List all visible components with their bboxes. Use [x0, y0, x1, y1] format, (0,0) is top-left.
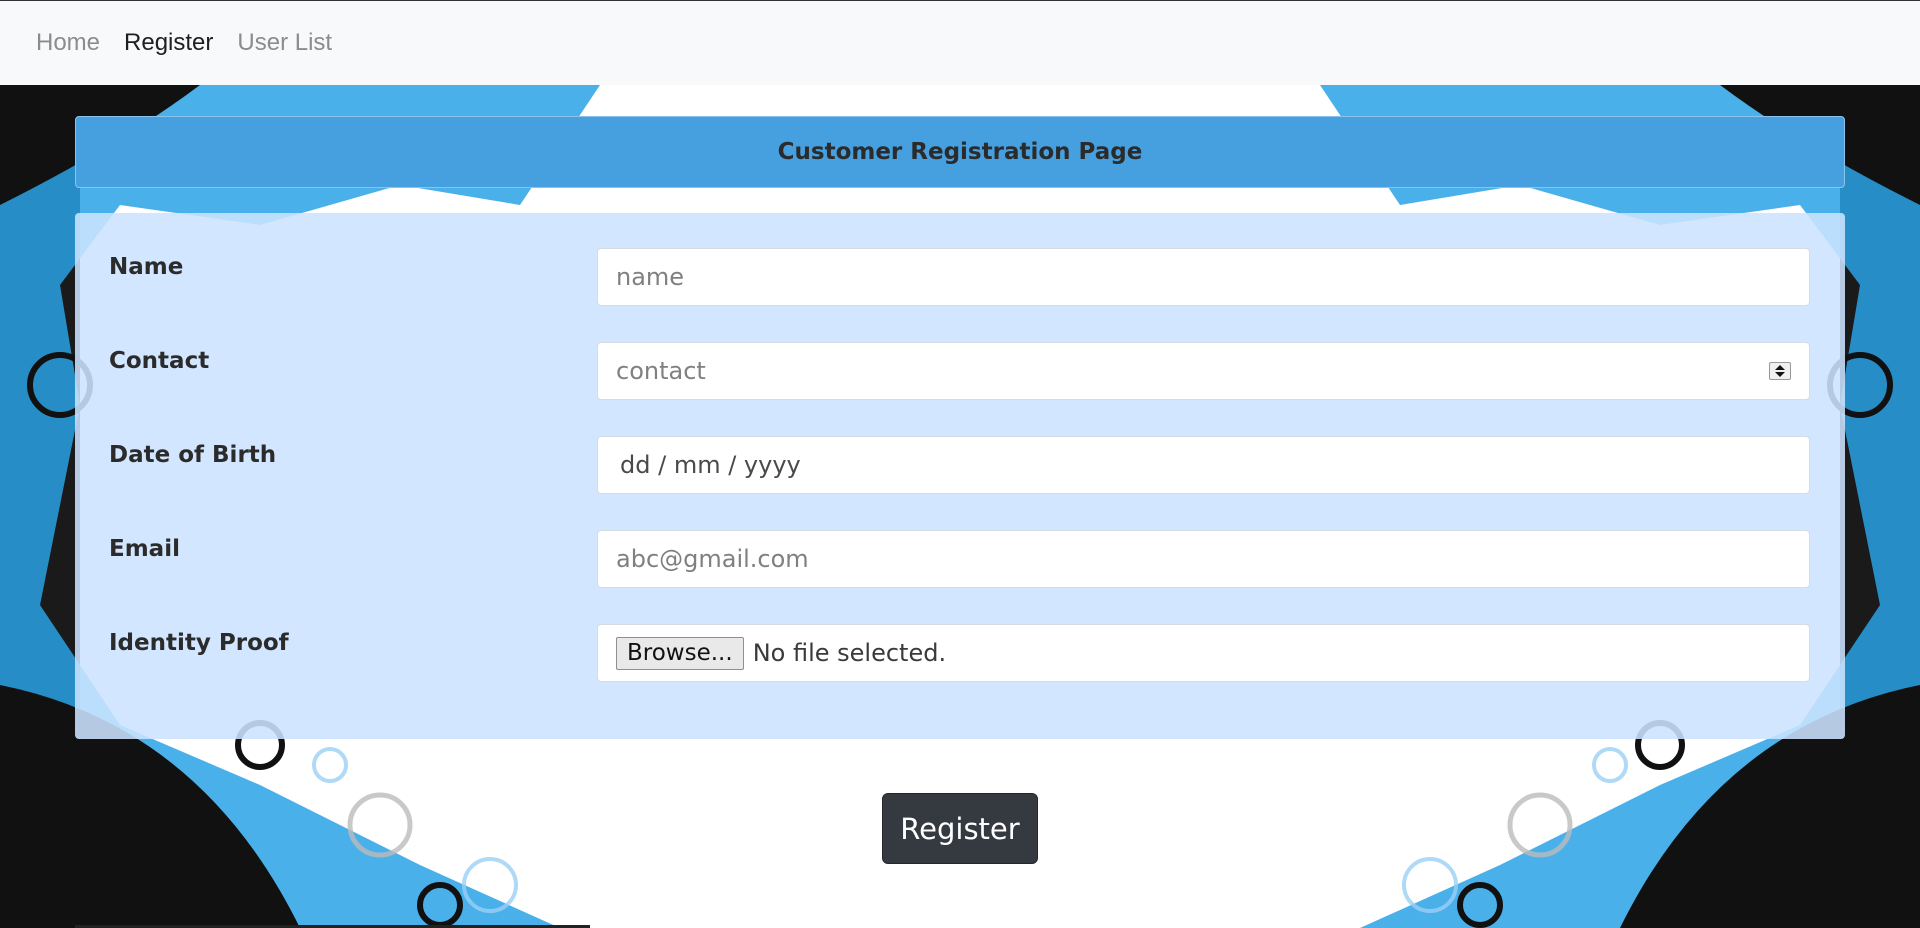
page-title: Customer Registration Page — [777, 139, 1143, 165]
nav-user-list-link[interactable]: User List — [237, 29, 332, 57]
name-label: Name — [109, 254, 184, 280]
nav-home-link[interactable]: Home — [36, 29, 100, 57]
email-row: Email — [75, 530, 1845, 588]
contact-row: Contact — [75, 342, 1845, 400]
dob-label: Date of Birth — [109, 442, 277, 468]
email-field-box — [597, 530, 1810, 588]
identity-file-field: Browse... No file selected. — [597, 624, 1810, 682]
navbar: Home Register User List — [0, 0, 1920, 85]
page-header-card: Customer Registration Page — [75, 116, 1845, 188]
dob-row: Date of Birth dd / mm / yyyy — [75, 436, 1845, 494]
contact-input[interactable] — [616, 357, 1791, 385]
name-field-box — [597, 248, 1810, 306]
identity-row: Identity Proof Browse... No file selecte… — [75, 624, 1845, 682]
contact-field-box — [597, 342, 1810, 400]
identity-label: Identity Proof — [109, 630, 289, 656]
email-input[interactable] — [616, 545, 1791, 573]
email-label: Email — [109, 536, 180, 562]
contact-label: Contact — [109, 348, 210, 374]
file-status-text: No file selected. — [752, 639, 947, 667]
browse-button[interactable]: Browse... — [616, 636, 744, 670]
name-row: Name — [75, 248, 1845, 306]
name-input[interactable] — [616, 263, 1791, 291]
nav-register-link[interactable]: Register — [124, 29, 213, 57]
registration-form: Name Contact Date of Birth dd / mm / yyy… — [75, 213, 1845, 739]
dob-value: dd / mm / yyyy — [620, 451, 801, 479]
register-button[interactable]: Register — [882, 793, 1038, 864]
number-spinner-icon[interactable] — [1769, 362, 1791, 380]
dob-input[interactable]: dd / mm / yyyy — [597, 436, 1810, 494]
